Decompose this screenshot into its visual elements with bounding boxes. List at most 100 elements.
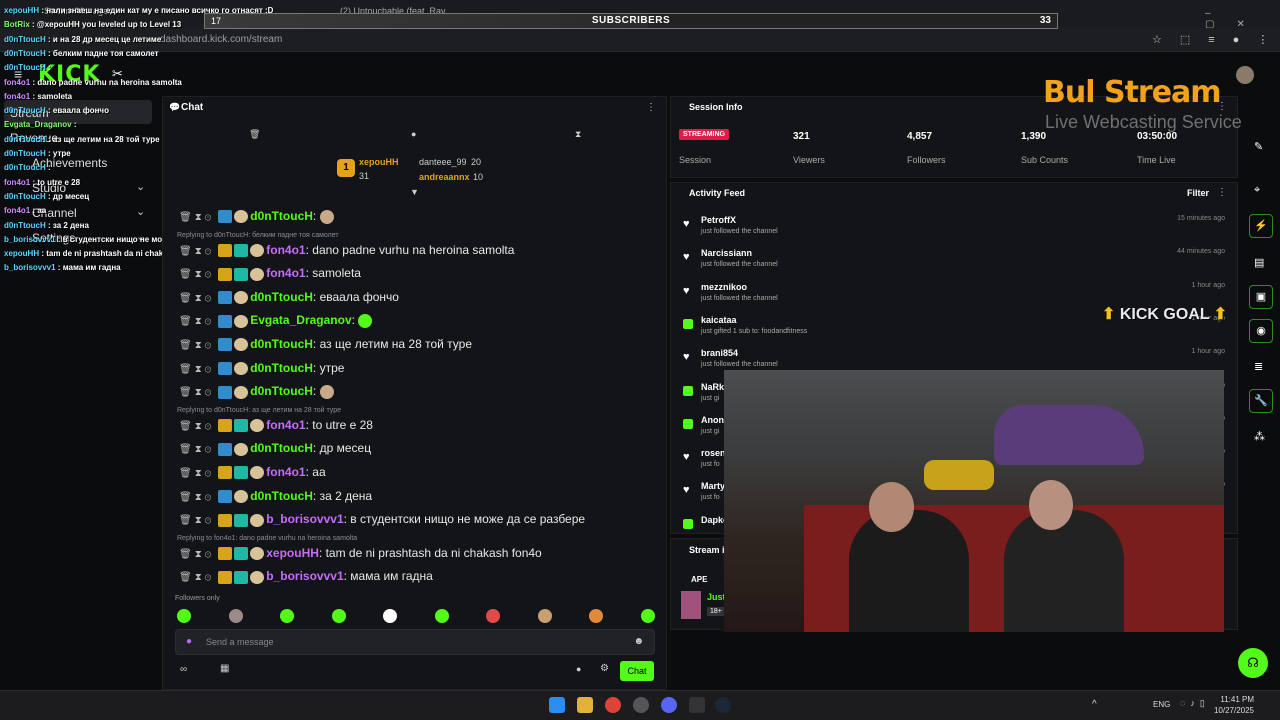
chat-input[interactable]: ● Send a message ☻ xyxy=(175,629,655,655)
emote-icon[interactable] xyxy=(383,609,397,623)
language-indicator[interactable]: ENG xyxy=(1153,700,1170,709)
mic-icon[interactable]: ● xyxy=(186,636,192,647)
hourglass-icon[interactable]: ⧗ xyxy=(575,129,581,140)
moderation-icons[interactable]: 🗑⧗⊙ xyxy=(179,549,214,560)
lightning-icon[interactable]: ⚡ xyxy=(1249,214,1273,238)
activity-username[interactable]: Narcissiann xyxy=(701,248,752,258)
window-controls[interactable]: –▢✕ xyxy=(1205,8,1280,30)
chrome-icon[interactable] xyxy=(605,697,621,713)
activity-username[interactable]: NaRk xyxy=(701,382,724,392)
url-text[interactable]: dashboard.kick.com/stream xyxy=(160,34,282,45)
chat-message[interactable]: 🗑⧗⊙ d0nTtoucH: за 2 дена xyxy=(179,489,372,503)
chat-message[interactable]: 🗑⧗⊙ Evgata_Draganov: xyxy=(179,313,373,329)
avatar[interactable] xyxy=(1236,66,1254,84)
filter-button[interactable]: Filter xyxy=(1187,188,1209,198)
store-icon[interactable]: ▦ xyxy=(220,663,229,674)
activity-username[interactable]: PetroffX xyxy=(701,215,736,225)
wrench-icon[interactable]: 🔧 xyxy=(1249,389,1273,413)
emote-icon[interactable] xyxy=(177,609,191,623)
edit-icon[interactable]: ✎ xyxy=(1254,140,1263,153)
steam-icon[interactable] xyxy=(715,697,731,713)
chat-username[interactable]: fon4o1 xyxy=(266,266,305,280)
emote-icon[interactable] xyxy=(486,609,500,623)
moderation-icons[interactable]: 🗑⧗⊙ xyxy=(179,572,214,583)
chat-username[interactable]: fon4o1 xyxy=(266,243,305,257)
moderation-icons[interactable]: 🗑⧗⊙ xyxy=(179,340,214,351)
activity-username[interactable]: rosen xyxy=(701,448,726,458)
chat-username[interactable]: fon4o1 xyxy=(266,465,305,479)
chat-settings-icon[interactable]: ● xyxy=(576,664,581,674)
tray-chevron-icon[interactable]: ^ xyxy=(1092,699,1097,710)
chat-message[interactable]: 🗑⧗⊙ fon4o1: to utre e 28 xyxy=(179,418,373,433)
broadcast-icon[interactable]: ◉ xyxy=(1249,319,1273,343)
moderation-icons[interactable]: 🗑⧗⊙ xyxy=(179,421,214,432)
more-options-icon[interactable]: ⋮ xyxy=(646,102,656,113)
chat-message[interactable]: 🗑⧗⊙ fon4o1: dano padne vurhu na heroina s… xyxy=(179,243,514,257)
chat-message[interactable]: 🗑⧗⊙ d0nTtoucH: еваала фончо xyxy=(179,290,399,305)
clock-time[interactable]: 11:41 PM xyxy=(1210,695,1254,704)
chat-username[interactable]: Evgata_Draganov xyxy=(250,313,351,327)
chevron-down-icon[interactable]: ⌄ xyxy=(136,180,145,193)
moderation-icons[interactable]: 🗑⧗⊙ xyxy=(179,444,214,455)
moderation-icons[interactable]: 🗑⧗⊙ xyxy=(179,293,214,304)
emote-icon[interactable] xyxy=(640,609,655,623)
moderation-icons[interactable]: 🗑⧗⊙ xyxy=(179,515,214,526)
chat-icon[interactable]: ● xyxy=(411,129,416,139)
chat-message[interactable]: 🗑⧗⊙ fon4o1: samoleta xyxy=(179,266,361,281)
obs-icon[interactable] xyxy=(633,697,649,713)
moderation-icons[interactable]: 🗑⧗⊙ xyxy=(179,246,214,257)
trash-icon[interactable]: 🗑 xyxy=(249,129,260,140)
activity-username[interactable]: kaicataa xyxy=(701,315,737,325)
chat-message[interactable]: 🗑⧗⊙ b_borisovvv1: в студентски нищо не мо… xyxy=(179,512,585,527)
support-icon[interactable]: ☊ xyxy=(1238,648,1268,678)
chat-message[interactable]: 🗑⧗⊙ xepouHH: tam de ni prashtash da ni ch… xyxy=(179,546,542,561)
moderation-icons[interactable]: 🗑⧗⊙ xyxy=(179,269,214,280)
collapse-icon[interactable]: ▼ xyxy=(410,187,419,197)
activity-username[interactable]: brani854 xyxy=(701,348,738,358)
reply-context[interactable]: Replying to d0nTtoucH: белким падне тоя … xyxy=(177,232,339,239)
emote-icon[interactable] xyxy=(589,609,603,623)
moderation-icons[interactable]: 🗑⧗⊙ xyxy=(179,387,214,398)
emoji-icon[interactable]: ☻ xyxy=(633,636,644,647)
moderation-icons[interactable]: 🗑⧗⊙ xyxy=(179,212,214,223)
reply-context[interactable]: Replying to d0nTtoucH: аз ще летим на 28… xyxy=(177,407,341,414)
emote-icon[interactable] xyxy=(434,609,449,623)
moderation-icons[interactable]: 🗑⧗⊙ xyxy=(179,492,214,503)
chevron-down-icon[interactable]: ⌄ xyxy=(136,205,145,218)
chat-username[interactable]: d0nTtoucH xyxy=(250,489,313,503)
chat-message[interactable]: 🗑⧗⊙ d0nTtoucH: аз ще летим на 28 той туре xyxy=(179,337,472,352)
infinity-icon[interactable]: ∞ xyxy=(180,664,187,675)
moderation-icons[interactable]: 🗑⧗⊙ xyxy=(179,364,214,375)
chat-username[interactable]: d0nTtoucH xyxy=(250,209,313,223)
chat-username[interactable]: d0nTtoucH xyxy=(250,441,313,455)
emote-icon[interactable] xyxy=(331,609,346,623)
moderation-icons[interactable]: 🗑⧗⊙ xyxy=(179,468,214,479)
windows-start-icon[interactable] xyxy=(549,697,565,713)
chat-message[interactable]: 🗑⧗⊙ d0nTtoucH: xyxy=(179,209,334,224)
chat-username[interactable]: fon4o1 xyxy=(266,418,305,432)
chat-username[interactable]: xepouHH xyxy=(266,546,319,560)
chat-username[interactable]: d0nTtoucH xyxy=(250,337,313,351)
chat-username[interactable]: d0nTtoucH xyxy=(250,290,313,304)
activity-username[interactable]: mezznikoo xyxy=(701,282,747,292)
apps-icon[interactable]: ⁂ xyxy=(1254,430,1265,443)
discord-icon[interactable] xyxy=(661,697,677,713)
chat-username[interactable]: b_borisovvv1 xyxy=(266,569,343,583)
chat-username[interactable]: b_borisovvv1 xyxy=(266,512,343,526)
send-chat-button[interactable]: Chat xyxy=(620,661,654,681)
file-explorer-icon[interactable] xyxy=(577,697,593,713)
chat-message[interactable]: 🗑⧗⊙ d0nTtoucH: xyxy=(179,384,334,400)
emote-icon[interactable] xyxy=(228,609,243,623)
chat-username[interactable]: d0nTtoucH xyxy=(250,361,313,375)
activity-username[interactable]: Marty xyxy=(701,481,725,491)
emote-icon[interactable] xyxy=(537,609,552,623)
layers-icon[interactable]: ≣ xyxy=(1254,360,1263,373)
focus-icon[interactable]: ⌖ xyxy=(1254,184,1260,197)
reply-context[interactable]: Replying to fon4o1: dano padne vurhu na … xyxy=(177,535,357,542)
document-icon[interactable]: ▤ xyxy=(1254,256,1264,269)
clock-date[interactable]: 10/27/2025 xyxy=(1210,706,1254,715)
emote-icon[interactable] xyxy=(280,609,294,623)
more-options-icon[interactable]: ⋮ xyxy=(1217,187,1227,198)
gear-icon[interactable]: ⚙ xyxy=(600,663,609,674)
terminal-icon[interactable] xyxy=(689,697,705,713)
